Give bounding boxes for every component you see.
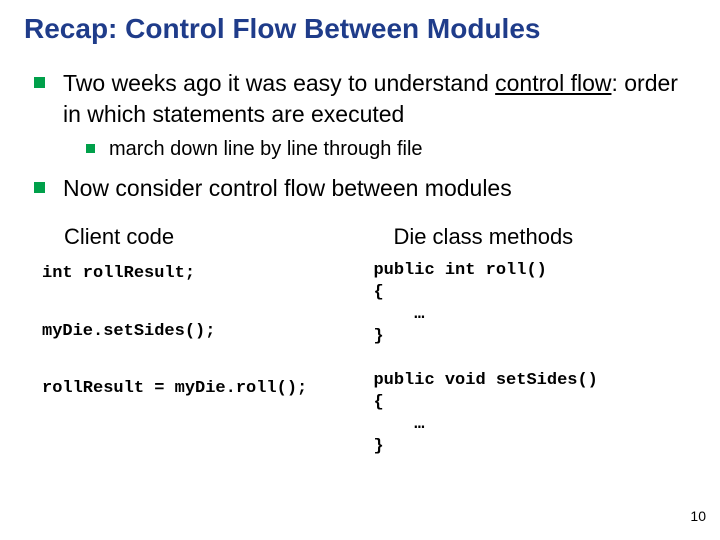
class-methods-code-block: public int roll() { … } public void setS…	[373, 260, 696, 459]
client-code-heading: Client code	[64, 224, 373, 250]
bullet-1a-text: march down line by line through file	[109, 136, 423, 163]
code-columns: Client code int rollResult; myDie.setSid…	[24, 224, 696, 459]
bullet-2-text: Now consider control flow between module…	[63, 173, 512, 204]
class-methods-column: Die class methods public int roll() { … …	[373, 224, 696, 459]
bullet-1-underlined: control flow	[495, 70, 611, 96]
square-bullet-icon	[86, 144, 95, 153]
client-code-column: Client code int rollResult; myDie.setSid…	[24, 224, 373, 459]
client-code-block: int rollResult; myDie.setSides(); rollRe…	[42, 260, 373, 404]
bullet-1a: march down line by line through file	[24, 136, 696, 163]
bullet-1-text: Two weeks ago it was easy to understand …	[63, 68, 696, 130]
square-bullet-icon	[34, 182, 45, 193]
page-number: 10	[690, 508, 706, 524]
slide-title: Recap: Control Flow Between Modules	[24, 12, 696, 46]
bullet-1: Two weeks ago it was easy to understand …	[24, 68, 696, 130]
square-bullet-icon	[34, 77, 45, 88]
class-methods-heading: Die class methods	[393, 224, 696, 250]
bullet-2: Now consider control flow between module…	[24, 173, 696, 204]
bullet-1-prefix: Two weeks ago it was easy to understand	[63, 70, 495, 96]
